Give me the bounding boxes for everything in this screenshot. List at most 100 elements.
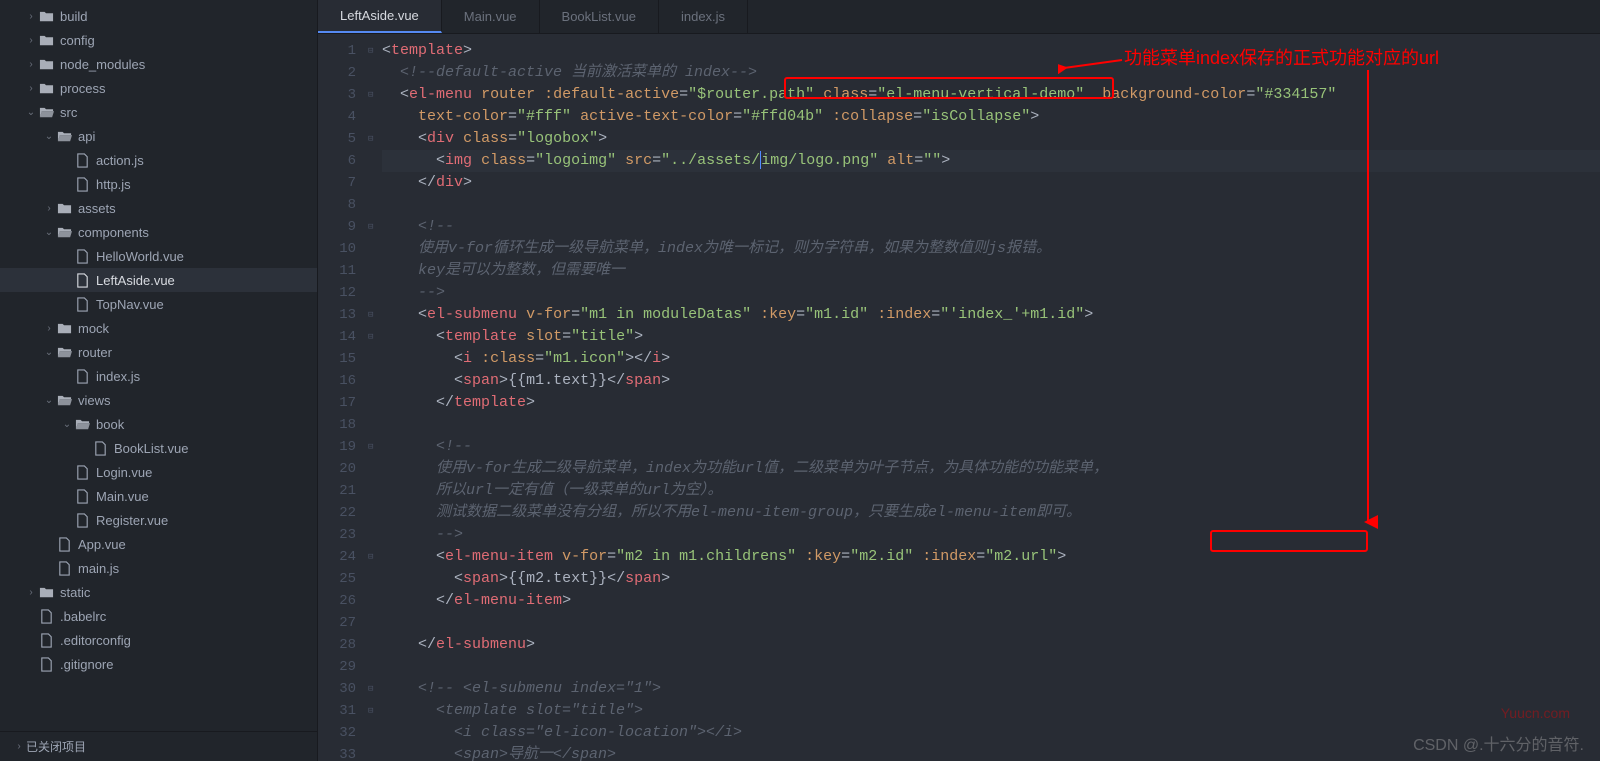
- file-item[interactable]: TopNav.vue: [0, 292, 317, 316]
- folder-item[interactable]: ›assets: [0, 196, 317, 220]
- folder-item[interactable]: ⌄views: [0, 388, 317, 412]
- code-line[interactable]: 使用v-for生成二级导航菜单，index为功能url值，二级菜单为叶子节点，为…: [382, 458, 1600, 480]
- folder-icon: [38, 32, 54, 48]
- code-line[interactable]: <i :class="m1.icon"></i>: [382, 348, 1600, 370]
- file-icon: [92, 440, 108, 456]
- code-line[interactable]: <span>{{m1.text}}</span>: [382, 370, 1600, 392]
- folder-item[interactable]: ⌄book: [0, 412, 317, 436]
- file-item[interactable]: index.js: [0, 364, 317, 388]
- code-line[interactable]: </div>: [382, 172, 1600, 194]
- folder-item[interactable]: ›node_modules: [0, 52, 317, 76]
- code-line[interactable]: <el-submenu v-for="m1 in moduleDatas" :k…: [382, 304, 1600, 326]
- code-line[interactable]: <div class="logobox">: [382, 128, 1600, 150]
- chevron-right-icon: ›: [24, 83, 38, 94]
- folder-open-icon: [38, 104, 54, 120]
- code-line[interactable]: <template slot="title">: [382, 326, 1600, 348]
- chevron-right-icon: ›: [24, 35, 38, 46]
- file-item[interactable]: action.js: [0, 148, 317, 172]
- folder-item[interactable]: ⌄components: [0, 220, 317, 244]
- file-item[interactable]: HelloWorld.vue: [0, 244, 317, 268]
- file-item[interactable]: .editorconfig: [0, 628, 317, 652]
- code-line[interactable]: <el-menu-item v-for="m2 in m1.childrens"…: [382, 546, 1600, 568]
- file-item[interactable]: App.vue: [0, 532, 317, 556]
- code-line[interactable]: </el-submenu>: [382, 634, 1600, 656]
- code-line[interactable]: <img class="logoimg" src="../assets/img/…: [382, 150, 1600, 172]
- code-line[interactable]: </el-menu-item>: [382, 590, 1600, 612]
- file-item[interactable]: main.js: [0, 556, 317, 580]
- code-line[interactable]: <el-menu router :default-active="$router…: [382, 84, 1600, 106]
- file-item[interactable]: .gitignore: [0, 652, 317, 676]
- code-editor[interactable]: 1234567891011121314151617181920212223242…: [318, 34, 1600, 761]
- folder-item[interactable]: ⌄api: [0, 124, 317, 148]
- tree-item-label: TopNav.vue: [96, 297, 164, 312]
- editor-tab[interactable]: LeftAside.vue: [318, 0, 442, 33]
- file-item[interactable]: LeftAside.vue: [0, 268, 317, 292]
- code-line[interactable]: 所以url一定有值（一级菜单的url为空）。: [382, 480, 1600, 502]
- tree-item-label: api: [78, 129, 95, 144]
- chevron-down-icon: ⌄: [42, 227, 56, 238]
- tree-item-label: main.js: [78, 561, 119, 576]
- folder-icon: [38, 80, 54, 96]
- tree-item-label: HelloWorld.vue: [96, 249, 184, 264]
- file-item[interactable]: Main.vue: [0, 484, 317, 508]
- code-line[interactable]: [382, 612, 1600, 634]
- code-line[interactable]: <template slot="title">: [382, 700, 1600, 722]
- chevron-down-icon: ⌄: [24, 107, 38, 118]
- editor-tab[interactable]: index.js: [659, 0, 748, 33]
- folder-icon: [56, 320, 72, 336]
- code-line[interactable]: key是可以为整数，但需要唯一: [382, 260, 1600, 282]
- chevron-right-icon: ›: [42, 203, 56, 214]
- chevron-down-icon: ⌄: [42, 395, 56, 406]
- code-line[interactable]: <!--: [382, 216, 1600, 238]
- tree-item-label: process: [60, 81, 106, 96]
- tree-item-label: .babelrc: [60, 609, 106, 624]
- editor-tab[interactable]: BookList.vue: [540, 0, 659, 33]
- code-line[interactable]: </template>: [382, 392, 1600, 414]
- chevron-right-icon: ›: [24, 587, 38, 598]
- tree-item-label: .gitignore: [60, 657, 113, 672]
- file-item[interactable]: BookList.vue: [0, 436, 317, 460]
- folder-item[interactable]: › process: [0, 76, 317, 100]
- code-line[interactable]: <!--default-active 当前激活菜单的 index-->: [382, 62, 1600, 84]
- tree-item-label: src: [60, 105, 77, 120]
- code-line[interactable]: [382, 194, 1600, 216]
- file-explorer[interactable]: ›build›config›node_modules›process⌄src⌄a…: [0, 0, 318, 761]
- code-line[interactable]: <!--: [382, 436, 1600, 458]
- file-item[interactable]: Register.vue: [0, 508, 317, 532]
- code-line[interactable]: [382, 414, 1600, 436]
- code-line[interactable]: 测试数据二级菜单没有分组，所以不用el-menu-item-group，只要生成…: [382, 502, 1600, 524]
- folder-open-icon: [74, 416, 90, 432]
- tree-item-label: build: [60, 9, 87, 24]
- file-item[interactable]: Login.vue: [0, 460, 317, 484]
- file-icon: [74, 512, 90, 528]
- folder-icon: [56, 200, 72, 216]
- code-line[interactable]: text-color="#fff" active-text-color="#ff…: [382, 106, 1600, 128]
- code-content[interactable]: <template> <!--default-active 当前激活菜单的 in…: [382, 34, 1600, 761]
- folder-item[interactable]: ›mock: [0, 316, 317, 340]
- folder-item[interactable]: ›build: [0, 4, 317, 28]
- tab-bar[interactable]: LeftAside.vueMain.vueBookList.vueindex.j…: [318, 0, 1600, 34]
- folder-item[interactable]: ›config: [0, 28, 317, 52]
- watermark-bottom: CSDN @.十六分的音符.: [1413, 731, 1584, 755]
- folder-item[interactable]: ⌄ src: [0, 100, 317, 124]
- code-line[interactable]: <span>{{m2.text}}</span>: [382, 568, 1600, 590]
- code-line[interactable]: <template>: [382, 40, 1600, 62]
- folder-item[interactable]: ›static: [0, 580, 317, 604]
- closed-projects-item[interactable]: › 已关闭项目: [0, 731, 317, 761]
- code-line[interactable]: -->: [382, 524, 1600, 546]
- closed-projects-label: 已关闭项目: [26, 738, 86, 755]
- folder-open-icon: [56, 392, 72, 408]
- file-item[interactable]: .babelrc: [0, 604, 317, 628]
- folder-item[interactable]: ⌄router: [0, 340, 317, 364]
- folder-icon: [38, 584, 54, 600]
- code-line[interactable]: 使用v-for循环生成一级导航菜单，index为唯一标记，则为字符串，如果为整数…: [382, 238, 1600, 260]
- code-line[interactable]: [382, 656, 1600, 678]
- code-line[interactable]: -->: [382, 282, 1600, 304]
- file-item[interactable]: http.js: [0, 172, 317, 196]
- code-line[interactable]: <!-- <el-submenu index="1">: [382, 678, 1600, 700]
- chevron-down-icon: ⌄: [42, 347, 56, 358]
- editor-tab[interactable]: Main.vue: [442, 0, 540, 33]
- file-icon: [38, 656, 54, 672]
- editor-area: LeftAside.vueMain.vueBookList.vueindex.j…: [318, 0, 1600, 761]
- file-icon: [38, 632, 54, 648]
